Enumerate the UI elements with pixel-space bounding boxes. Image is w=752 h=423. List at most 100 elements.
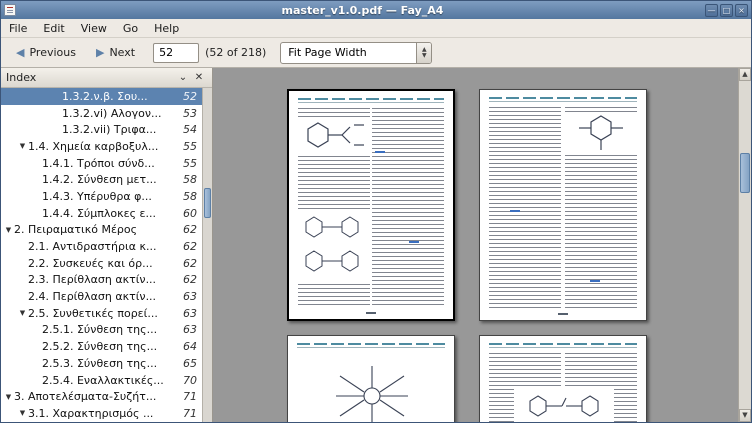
page-thumbnail[interactable]: [479, 335, 647, 422]
index-item-page: 62: [183, 223, 197, 236]
menu-help[interactable]: Help: [146, 19, 187, 37]
menu-view[interactable]: View: [73, 19, 115, 37]
index-item-page: 58: [183, 173, 197, 186]
index-item[interactable]: 1.4.3. Υπέρυθρα φ... 58: [1, 188, 202, 205]
expander-icon[interactable]: ▼: [3, 393, 14, 401]
expander-icon[interactable]: ▼: [17, 309, 28, 317]
index-item-label: 2.3. Περίθλαση ακτίν...: [28, 273, 177, 286]
menu-file[interactable]: File: [1, 19, 35, 37]
index-item-label: 1.4.3. Υπέρυθρα φ...: [42, 190, 177, 203]
index-item-label: 2.5.1. Σύνθεση της...: [42, 323, 177, 336]
index-item-label: 2.2. Συσκευές και όρ...: [28, 257, 177, 270]
app-icon: [4, 4, 16, 16]
previous-page-button[interactable]: ◀ Previous: [6, 41, 86, 64]
index-item[interactable]: 2.1. Αντιδραστήρια κ... 62: [1, 238, 202, 255]
previous-label: Previous: [29, 46, 76, 59]
citation-link[interactable]: [409, 241, 419, 243]
index-item-page: 62: [183, 240, 197, 253]
index-item[interactable]: ▼ 2. Πειραματικό Μέρος 62: [1, 222, 202, 239]
next-page-button[interactable]: ▶ Next: [86, 41, 145, 64]
index-sidebar: Index ⌄ ✕ 1.3.2.ν.β. Σου... 52 1.3.2.vi)…: [1, 68, 213, 422]
molecule-figure: [298, 117, 370, 155]
index-item[interactable]: 2.5.1. Σύνθεση της... 63: [1, 322, 202, 339]
index-item-page: 62: [183, 257, 197, 270]
sidebar-selector-chevron-icon[interactable]: ⌄: [175, 72, 191, 83]
arrow-right-icon: ▶: [96, 47, 104, 58]
page-header-text: [489, 343, 637, 345]
pdf-viewer-window: master_v1.0.pdf — Fay_A4 — □ × File Edit…: [0, 0, 752, 423]
index-item[interactable]: 1.4.1. Τρόποι σύνδ... 55: [1, 155, 202, 172]
index-item[interactable]: 2.3. Περίθλαση ακτίν... 62: [1, 272, 202, 289]
index-tree: 1.3.2.ν.β. Σου... 52 1.3.2.vi) Αλογον...…: [1, 88, 212, 422]
index-item[interactable]: ▼ 3. Αποτελέσματα-Συζήτ... 71: [1, 388, 202, 405]
page-thumbnail[interactable]: [479, 89, 647, 321]
minimize-button[interactable]: —: [705, 4, 718, 17]
page-header-text: [298, 98, 444, 100]
maximize-button[interactable]: □: [720, 4, 733, 17]
index-item-page: 58: [183, 190, 197, 203]
index-item-label: 2.5. Συνθετικές πορεί...: [28, 307, 177, 320]
page-thumbnails: [287, 89, 647, 422]
page-thumbnail[interactable]: [287, 335, 455, 422]
index-item[interactable]: 1.4.4. Σύμπλοκες ε... 60: [1, 205, 202, 222]
sidebar-title: Index: [6, 71, 36, 84]
index-item[interactable]: 1.4.2. Σύνθεση μετ... 58: [1, 171, 202, 188]
index-item[interactable]: 2.5.3. Σύνθεση της... 65: [1, 355, 202, 372]
close-button[interactable]: ×: [735, 4, 748, 17]
page-thumbnail-current[interactable]: [287, 89, 455, 321]
titlebar[interactable]: master_v1.0.pdf — Fay_A4 — □ ×: [1, 1, 751, 19]
index-item[interactable]: 2.5.4. Εναλλακτικές... 70: [1, 372, 202, 389]
index-item[interactable]: 2.4. Περίθλαση ακτίν... 63: [1, 288, 202, 305]
page-number-footer: [366, 312, 376, 314]
index-item-label: 1.3.2.ν.β. Σου...: [62, 90, 177, 103]
zoom-level-select[interactable]: Fit Page Width ▲ ▼: [280, 42, 432, 64]
citation-link[interactable]: [510, 210, 520, 212]
index-item[interactable]: ▼ 3.1. Χαρακτηρισμός ... 71: [1, 405, 202, 422]
scroll-down-icon[interactable]: ▼: [739, 409, 751, 422]
document-view[interactable]: ▲ ▼: [213, 68, 751, 422]
window-controls: — □ ×: [705, 4, 748, 17]
molecule-figure: [514, 388, 614, 422]
index-item[interactable]: 2.2. Συσκευές και όρ... 62: [1, 255, 202, 272]
window-title: master_v1.0.pdf — Fay_A4: [20, 4, 705, 17]
index-item-page: 65: [183, 357, 197, 370]
index-item-page: 63: [183, 323, 197, 336]
index-item[interactable]: 2.5.2. Σύνθεση της... 64: [1, 338, 202, 355]
sidebar-scrollbar[interactable]: [202, 88, 212, 422]
expander-icon[interactable]: ▼: [3, 226, 14, 234]
menu-go[interactable]: Go: [115, 19, 146, 37]
index-item-page: 63: [183, 307, 197, 320]
index-item-label: 2.5.3. Σύνθεση της...: [42, 357, 177, 370]
page-count-label: (52 of 218): [205, 46, 266, 59]
molecule-figure: [298, 209, 370, 281]
main-scrollbar-thumb[interactable]: [740, 153, 750, 193]
index-item-page: 60: [183, 207, 197, 220]
content-area: Index ⌄ ✕ 1.3.2.ν.β. Σου... 52 1.3.2.vi)…: [1, 68, 751, 422]
text-column: [372, 108, 444, 307]
index-item[interactable]: ▼ 2.5. Συνθετικές πορεί... 63: [1, 305, 202, 322]
scroll-up-icon[interactable]: ▲: [739, 68, 751, 81]
page-header-text: [489, 97, 637, 99]
page-header-text: [297, 343, 445, 345]
combo-stepper[interactable]: ▲ ▼: [416, 43, 431, 63]
index-item-selected[interactable]: 1.3.2.ν.β. Σου... 52: [1, 88, 202, 105]
citation-link[interactable]: [375, 151, 385, 153]
menu-edit[interactable]: Edit: [35, 19, 72, 37]
sidebar-scrollbar-thumb[interactable]: [204, 188, 211, 218]
sidebar-close-icon[interactable]: ✕: [191, 72, 207, 83]
toolbar: ◀ Previous ▶ Next (52 of 218) Fit Page W…: [1, 38, 751, 68]
arrow-left-icon: ◀: [16, 47, 24, 58]
expander-icon[interactable]: ▼: [17, 142, 28, 150]
expander-icon[interactable]: ▼: [17, 409, 28, 417]
index-item[interactable]: 1.3.2.vii) Τριφα... 54: [1, 121, 202, 138]
text-column: [489, 107, 561, 308]
index-item[interactable]: ▼ 1.4. Χημεία καρβοξυλ... 55: [1, 138, 202, 155]
citation-link[interactable]: [590, 280, 600, 282]
index-item[interactable]: 1.3.2.vi) Αλογον... 53: [1, 105, 202, 122]
page-header-rule: [489, 101, 637, 102]
index-item-page: 71: [183, 390, 197, 403]
spinner-down-icon: ▼: [422, 53, 427, 59]
page-number-input[interactable]: [153, 43, 199, 63]
index-item-label: 2. Πειραματικό Μέρος: [14, 223, 177, 236]
main-scrollbar[interactable]: ▲ ▼: [738, 68, 751, 422]
